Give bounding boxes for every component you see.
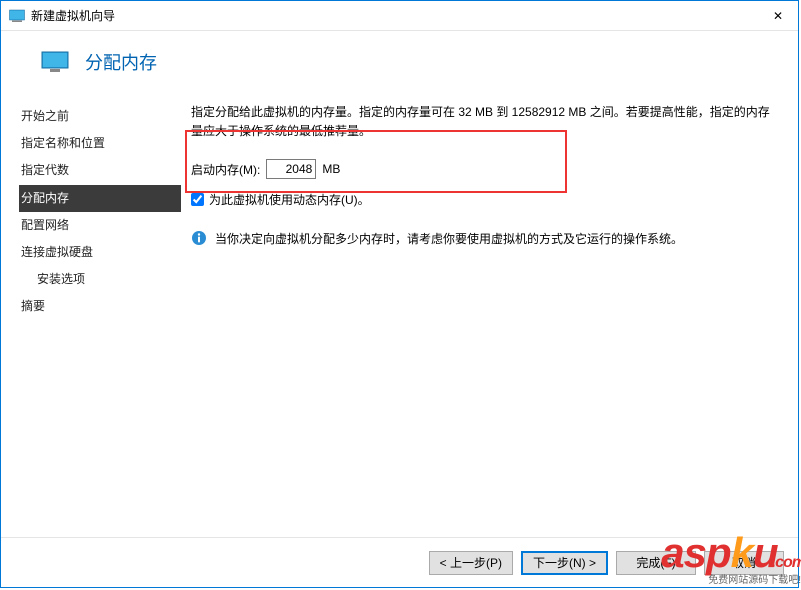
sidebar-item-memory[interactable]: 分配内存 [19,185,181,212]
memory-unit: MB [322,162,340,176]
header-section: 分配内存 [1,31,798,93]
startup-memory-label: 启动内存(M): [191,161,260,178]
info-row: 当你决定向虚拟机分配多少内存时，请考虑你要使用虚拟机的方式及它运行的操作系统。 [191,230,780,247]
sidebar-subitem-install-options[interactable]: 安装选项 [19,266,181,293]
body-area: 开始之前 指定名称和位置 指定代数 分配内存 配置网络 连接虚拟硬盘 安装选项 … [1,93,798,523]
sidebar-item-before-start[interactable]: 开始之前 [19,103,181,130]
sidebar-item-vhd[interactable]: 连接虚拟硬盘 [19,239,181,266]
description-text: 指定分配给此虚拟机的内存量。指定的内存量可在 32 MB 到 12582912 … [191,103,780,141]
sidebar-item-name-location[interactable]: 指定名称和位置 [19,130,181,157]
titlebar: 新建虚拟机向导 ✕ [1,1,798,31]
prev-button[interactable]: < 上一步(P) [429,551,513,575]
sidebar-item-summary[interactable]: 摘要 [19,293,181,320]
sidebar: 开始之前 指定名称和位置 指定代数 分配内存 配置网络 连接虚拟硬盘 安装选项 … [1,93,181,523]
dynamic-memory-row: 为此虚拟机使用动态内存(U)。 [191,191,780,208]
dynamic-memory-checkbox[interactable] [191,193,204,206]
info-text: 当你决定向虚拟机分配多少内存时，请考虑你要使用虚拟机的方式及它运行的操作系统。 [215,230,683,247]
main-pane: 指定分配给此虚拟机的内存量。指定的内存量可在 32 MB 到 12582912 … [181,93,798,523]
startup-memory-row: 启动内存(M): MB [191,159,780,179]
app-icon [9,8,25,24]
info-icon [191,230,207,246]
titlebar-text: 新建虚拟机向导 [31,7,758,24]
page-title: 分配内存 [85,49,157,75]
monitor-icon [41,51,69,73]
dynamic-memory-label[interactable]: 为此虚拟机使用动态内存(U)。 [209,191,370,208]
wizard-window: 新建虚拟机向导 ✕ 分配内存 开始之前 指定名称和位置 指定代数 分配内存 配置… [0,0,799,588]
cancel-button[interactable]: 取消 [704,551,784,575]
startup-memory-input[interactable] [266,159,316,179]
close-icon: ✕ [773,9,783,23]
sidebar-item-networking[interactable]: 配置网络 [19,212,181,239]
finish-button[interactable]: 完成(F) [616,551,696,575]
close-button[interactable]: ✕ [758,1,798,31]
next-button[interactable]: 下一步(N) > [521,551,608,575]
sidebar-item-generation[interactable]: 指定代数 [19,157,181,184]
footer-bar: < 上一步(P) 下一步(N) > 完成(F) 取消 [1,537,798,587]
